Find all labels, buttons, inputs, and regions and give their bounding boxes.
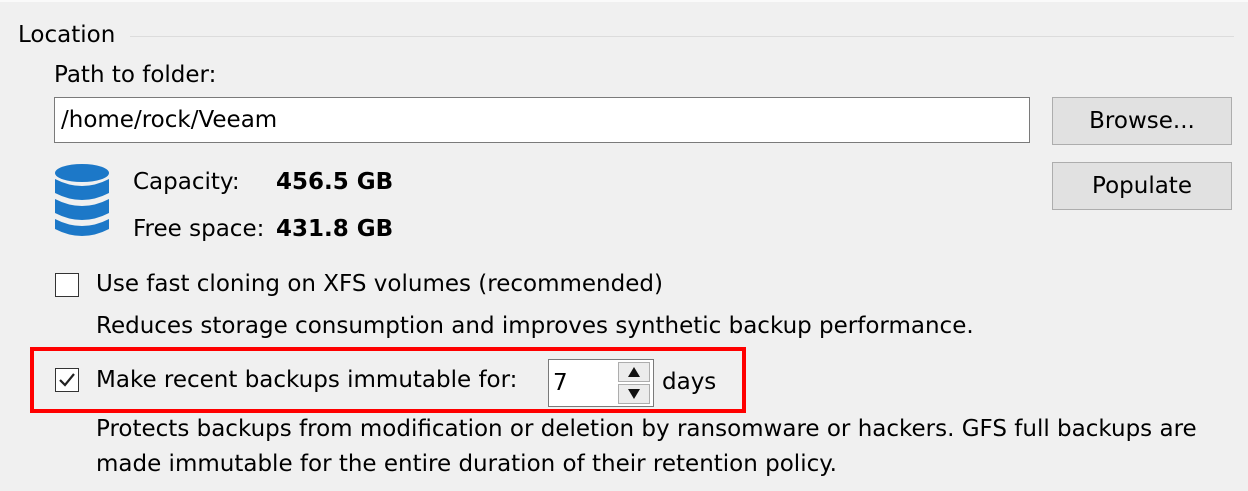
free-space-value: 431.8 GB (276, 216, 394, 242)
immutable-days-input[interactable] (551, 363, 613, 403)
days-unit-label: days (662, 369, 717, 395)
immutable-checkbox[interactable] (55, 368, 79, 392)
checkmark-icon (59, 373, 75, 387)
fast-cloning-checkbox[interactable] (55, 273, 79, 297)
browse-button[interactable]: Browse... (1052, 97, 1232, 145)
immutable-description-line2: made immutable for the entire duration o… (96, 451, 837, 477)
window-top-edge (0, 0, 1248, 2)
triangle-up-icon (628, 367, 640, 377)
free-space-label: Free space: (133, 216, 265, 242)
group-title-location: Location (18, 20, 124, 50)
spin-up-button[interactable] (618, 362, 650, 382)
fast-cloning-description: Reduces storage consumption and improves… (96, 313, 974, 339)
immutable-description-line1: Protects backups from modification or de… (96, 416, 1197, 442)
triangle-down-icon (628, 389, 640, 399)
populate-button[interactable]: Populate (1052, 162, 1232, 210)
capacity-value: 456.5 GB (276, 169, 394, 195)
path-input[interactable] (54, 97, 1030, 143)
path-label: Path to folder: (54, 62, 217, 88)
spin-down-button[interactable] (618, 384, 650, 404)
capacity-label: Capacity: (133, 169, 240, 195)
database-icon (54, 163, 110, 239)
group-divider (130, 36, 1234, 37)
fast-cloning-label: Use fast cloning on XFS volumes (recomme… (96, 271, 663, 297)
immutable-label: Make recent backups immutable for: (96, 367, 518, 393)
